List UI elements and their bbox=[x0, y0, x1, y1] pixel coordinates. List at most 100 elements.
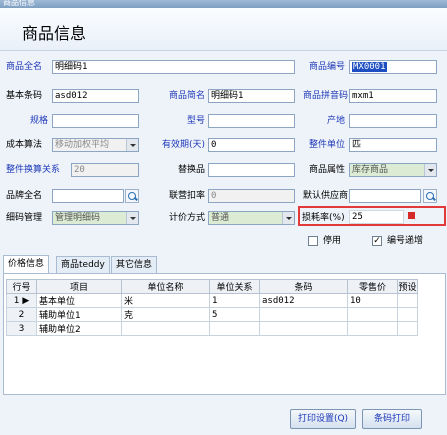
column-header[interactable]: 行号 bbox=[6, 279, 37, 294]
chevron-down-icon[interactable] bbox=[282, 212, 294, 224]
cell-preset[interactable] bbox=[397, 293, 418, 308]
cell-ratio[interactable] bbox=[209, 321, 260, 336]
column-header[interactable]: 条码 bbox=[259, 279, 348, 294]
pricing-select[interactable]: 普通 bbox=[208, 211, 295, 225]
short-name-label: 商品简名 bbox=[168, 91, 205, 101]
origin-label: 产地 bbox=[326, 116, 345, 126]
cell-item[interactable]: 辅助单位2 bbox=[36, 321, 122, 336]
whole-ratio-input[interactable]: 20 bbox=[71, 163, 139, 177]
cell-barcode[interactable]: asd012 bbox=[259, 293, 348, 308]
chevron-down-icon[interactable] bbox=[424, 164, 436, 176]
validity-input[interactable]: 0 bbox=[208, 138, 295, 152]
column-header[interactable]: 单位名称 bbox=[121, 279, 210, 294]
cell-barcode[interactable] bbox=[259, 321, 348, 336]
highlight-box bbox=[298, 206, 446, 226]
default-supplier-input[interactable] bbox=[349, 189, 421, 203]
row-pointer-icon: ▶ bbox=[22, 295, 30, 306]
highlight-marker bbox=[408, 212, 415, 219]
cost-method-select[interactable]: 移动加权平均 bbox=[52, 138, 139, 152]
attribute-value: 库存商品 bbox=[352, 165, 389, 175]
cell-unit[interactable] bbox=[121, 321, 210, 336]
tab-price-info[interactable]: 价格信息 bbox=[3, 255, 50, 274]
full-name-label: 商品全名 bbox=[6, 62, 43, 72]
table-row[interactable]: 2 辅助单位1 克 5 bbox=[6, 307, 418, 322]
cell-preset[interactable] bbox=[397, 321, 418, 336]
code-increment-checkbox[interactable]: ✓ bbox=[372, 236, 382, 246]
cell-preset[interactable] bbox=[397, 307, 418, 322]
brand-search-icon[interactable] bbox=[125, 189, 139, 203]
cost-method-value: 移动加权平均 bbox=[55, 140, 110, 150]
cell-retail[interactable]: 10 bbox=[347, 293, 398, 308]
cell-item[interactable]: 基本单位 bbox=[36, 293, 122, 308]
substitute-label: 替换品 bbox=[177, 165, 205, 175]
tab-product-composition[interactable]: 商品teddy bbox=[56, 256, 110, 273]
attribute-select[interactable]: 库存商品 bbox=[349, 163, 437, 177]
barcode-label: 基本条码 bbox=[6, 91, 43, 101]
detail-mgmt-select[interactable]: 管理明细码 bbox=[52, 211, 139, 225]
pricing-label: 计价方式 bbox=[168, 213, 205, 223]
window-title: 商品信息 bbox=[3, 0, 35, 7]
cell-item[interactable]: 辅助单位1 bbox=[36, 307, 122, 322]
brand-label: 品牌全名 bbox=[6, 191, 43, 201]
joint-rate-label: 联营扣率 bbox=[168, 191, 205, 201]
spec-label: 规格 bbox=[29, 116, 48, 126]
code-input[interactable]: MX0001 bbox=[349, 60, 437, 74]
spec-input[interactable] bbox=[52, 114, 139, 128]
column-header[interactable]: 零售价 bbox=[347, 279, 398, 294]
row-number: 1 ▶ bbox=[6, 293, 37, 308]
code-label: 商品编号 bbox=[308, 62, 345, 72]
code-increment-label: 编号递增 bbox=[387, 236, 424, 246]
validity-label: 有效期(天) bbox=[161, 140, 205, 150]
substitute-input[interactable] bbox=[208, 163, 295, 177]
title-bar: 商品信息 bbox=[0, 0, 447, 8]
header: 商品信息 bbox=[0, 8, 447, 51]
pricing-value: 普通 bbox=[211, 213, 230, 223]
barcode-input[interactable]: asd012 bbox=[52, 89, 139, 103]
pinyin-label: 商品拼音码 bbox=[302, 91, 348, 101]
pinyin-input[interactable]: mxm1 bbox=[349, 89, 437, 103]
column-header[interactable]: 单位关系 bbox=[209, 279, 260, 294]
table-row[interactable]: 1 ▶ 基本单位 米 1 asd012 10 bbox=[6, 293, 418, 308]
disable-checkbox[interactable] bbox=[308, 236, 318, 246]
full-name-input[interactable]: 明细码1 bbox=[52, 60, 295, 74]
default-supplier-label: 默认供应商 bbox=[302, 191, 348, 201]
disable-label: 停用 bbox=[323, 236, 342, 246]
model-label: 型号 bbox=[186, 116, 205, 126]
detail-mgmt-label: 细码管理 bbox=[6, 213, 43, 223]
supplier-search-icon[interactable] bbox=[423, 189, 437, 203]
print-settings-button[interactable]: 打印设置(Q) bbox=[290, 409, 356, 429]
cell-ratio[interactable]: 5 bbox=[209, 307, 260, 322]
tab-other-info[interactable]: 其它信息 bbox=[111, 256, 158, 273]
cell-retail[interactable] bbox=[347, 321, 398, 336]
units-table: 行号 项目 单位名称 单位关系 条码 零售价 预设 1 ▶ 基本单位 米 1 a… bbox=[6, 279, 418, 336]
joint-rate-input[interactable]: 0 bbox=[208, 189, 295, 203]
chevron-down-icon[interactable] bbox=[126, 212, 138, 224]
row-number: 3 bbox=[6, 321, 37, 336]
whole-unit-label: 整件单位 bbox=[308, 140, 345, 150]
attribute-label: 商品属性 bbox=[308, 165, 345, 175]
barcode-print-button[interactable]: 条码打印 bbox=[362, 409, 422, 429]
code-value: MX0001 bbox=[352, 62, 387, 72]
short-name-input[interactable]: 明细码1 bbox=[208, 89, 295, 103]
cell-unit[interactable]: 克 bbox=[121, 307, 210, 322]
column-header[interactable]: 预设 bbox=[397, 279, 418, 294]
cell-unit[interactable]: 米 bbox=[121, 293, 210, 308]
product-info-window: 商品信息 商品信息 商品全名 明细码1 商品编号 MX0001 基本条码 asd… bbox=[0, 0, 447, 435]
column-header[interactable]: 项目 bbox=[36, 279, 122, 294]
table-row[interactable]: 3 辅助单位2 bbox=[6, 321, 418, 336]
whole-unit-input[interactable]: 匹 bbox=[349, 138, 437, 152]
cell-retail[interactable] bbox=[347, 307, 398, 322]
cost-method-label: 成本算法 bbox=[6, 140, 43, 150]
brand-input[interactable] bbox=[52, 189, 124, 203]
chevron-down-icon[interactable] bbox=[126, 139, 138, 151]
detail-mgmt-value: 管理明细码 bbox=[55, 213, 101, 223]
row-number-text: 1 bbox=[13, 295, 20, 306]
cell-barcode[interactable] bbox=[259, 307, 348, 322]
whole-ratio-label: 整件换算关系 bbox=[6, 165, 61, 175]
page-title: 商品信息 bbox=[22, 24, 87, 43]
origin-input[interactable] bbox=[349, 114, 437, 128]
cell-ratio[interactable]: 1 bbox=[209, 293, 260, 308]
row-number: 2 bbox=[6, 307, 37, 322]
model-input[interactable] bbox=[208, 114, 295, 128]
table-header-row: 行号 项目 单位名称 单位关系 条码 零售价 预设 bbox=[6, 279, 418, 294]
